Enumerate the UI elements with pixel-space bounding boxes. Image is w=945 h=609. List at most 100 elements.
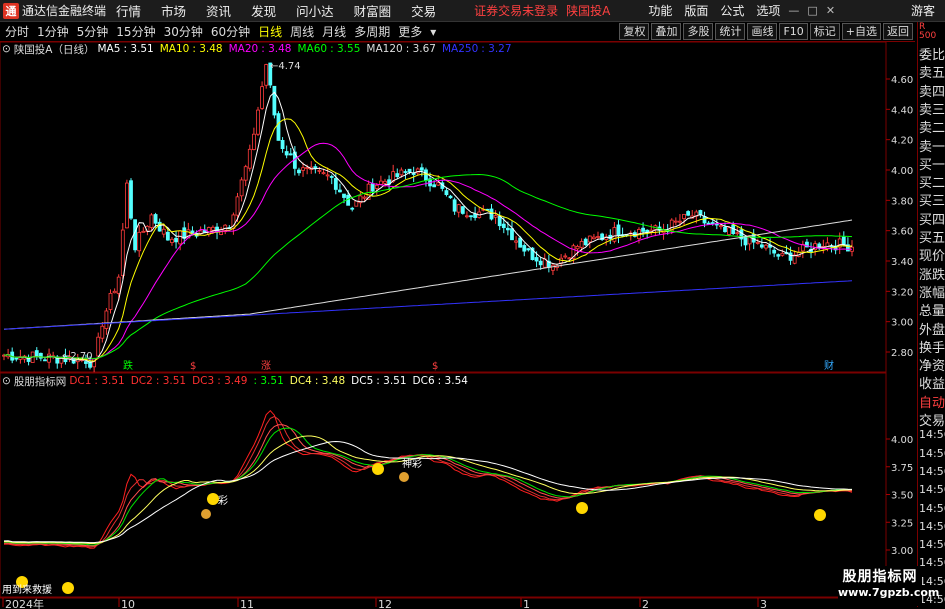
side-panel-row: 卖一: [919, 139, 945, 155]
ma-line-250: [3, 280, 853, 330]
watermark-title: 股朋指标网: [842, 569, 918, 585]
indicator-settings-icon[interactable]: ⊙: [2, 375, 11, 387]
current-stock-name: 陕国投A: [566, 4, 611, 18]
candle-body: [465, 215, 469, 218]
y-tick-label: 3.50: [891, 491, 913, 502]
period-daily[interactable]: 日线: [258, 23, 282, 40]
money-bag-icon: [201, 509, 211, 519]
tool-mark[interactable]: 标记: [809, 23, 840, 40]
candle-body: [137, 231, 142, 252]
guest-user[interactable]: 游客: [911, 2, 935, 19]
candle-body: [14, 357, 19, 360]
side-panel-row: 委比: [919, 48, 945, 63]
menu-wealth[interactable]: 财富圈: [354, 1, 392, 20]
period-monthly[interactable]: 月线: [322, 23, 346, 40]
candle-body: [702, 216, 707, 224]
period-multi[interactable]: 多周期: [354, 23, 390, 40]
app-logo-icon: 通: [3, 2, 19, 19]
candle-body: [383, 180, 387, 184]
y-tick-label: 4.00: [891, 435, 913, 446]
ma20-label: MA20: 3.48: [228, 43, 292, 55]
menu-news[interactable]: 资讯: [206, 1, 231, 20]
candle-body: [149, 214, 154, 228]
candle-body: [493, 215, 498, 218]
indicator-y-axis: 4.00 3.75 3.50 3.25 3.00: [886, 435, 913, 557]
tool-f10[interactable]: F10: [779, 23, 808, 40]
candle-body: [510, 228, 514, 241]
x-tick-label: 3: [760, 598, 767, 609]
period-60min[interactable]: 60分钟: [211, 23, 250, 40]
menu-discover[interactable]: 发现: [251, 1, 276, 20]
menu-market[interactable]: 市场: [161, 1, 186, 20]
period-weekly[interactable]: 周线: [290, 23, 314, 40]
menu-ask[interactable]: 问小达: [296, 1, 334, 20]
kline-chart[interactable]: 4.60 4.40 4.20 4.00 3.80 3.60 3.40 3.20 3.00 2.80…: [0, 42, 917, 609]
period-1min[interactable]: 1分钟: [37, 23, 69, 40]
candle-body: [165, 231, 170, 241]
watermark-url: www.7gpzb.com: [838, 586, 940, 599]
close-icon[interactable]: ✕: [826, 4, 835, 17]
side-panel-row: 外盘: [919, 322, 945, 338]
candle-body: [682, 213, 686, 219]
tool-multi-stock[interactable]: 多股: [683, 23, 714, 40]
tool-restore-rights[interactable]: 复权: [619, 23, 650, 40]
tool-overlay[interactable]: 叠加: [651, 23, 682, 40]
period-30min[interactable]: 30分钟: [164, 23, 203, 40]
candle-body: [432, 184, 437, 188]
smiley-icon: [62, 582, 74, 594]
tool-add-watchlist[interactable]: +自选: [841, 23, 881, 40]
settings-icon[interactable]: ⊙: [2, 43, 11, 55]
y-tick-label: 3.75: [891, 463, 913, 474]
ma10-label: MA10: 3.48: [159, 43, 223, 55]
menu-function[interactable]: 功能: [648, 2, 672, 19]
ma-line-120: [3, 219, 853, 330]
candle-body: [641, 227, 645, 232]
marker-finance[interactable]: 财: [824, 359, 834, 372]
trade-login-notice[interactable]: 证券交易未登录: [474, 2, 558, 19]
candle-body: [243, 166, 248, 181]
candle-body: [735, 232, 740, 235]
candle-body: [342, 193, 346, 198]
candle-body: [538, 260, 543, 266]
period-bar: 分时 1分钟 5分钟 15分钟 30分钟 60分钟 日线 周线 月线 多周期 更…: [0, 22, 915, 42]
candle-body: [182, 227, 187, 239]
candle-body: [170, 238, 174, 243]
side-panel-row: 换手: [919, 340, 945, 356]
period-5min[interactable]: 5分钟: [77, 23, 109, 40]
tool-draw-line[interactable]: 画线: [747, 23, 778, 40]
tool-back[interactable]: 返回: [883, 23, 913, 40]
candle-body: [825, 242, 830, 250]
menu-layout[interactable]: 版面: [684, 2, 708, 19]
candle-body: [321, 172, 326, 175]
candle-body: [424, 169, 428, 181]
dc3-label: DC3: 3.49: [192, 375, 248, 387]
menu-options[interactable]: 选项: [756, 2, 780, 19]
menu-quotes[interactable]: 行情: [116, 1, 141, 20]
side-panel-header: R 500: [919, 22, 937, 41]
marker-dollar-2[interactable]: $: [432, 361, 438, 372]
candle-body: [759, 244, 764, 248]
marker-up[interactable]: 涨: [261, 360, 271, 372]
period-timeshare[interactable]: 分时: [5, 23, 29, 40]
indicator-name[interactable]: 股朋指标网: [14, 374, 67, 389]
candle-body: [305, 167, 310, 169]
candle-body: [96, 336, 101, 357]
side-panel-row: 总量: [919, 304, 945, 320]
minimize-icon[interactable]: —: [788, 4, 799, 17]
candle-body: [563, 255, 568, 258]
marker-down[interactable]: 跌: [123, 359, 133, 372]
chevron-down-icon[interactable]: ▾: [430, 25, 436, 39]
maximize-icon[interactable]: □: [807, 4, 817, 17]
dc1-label: DC1: 3.51: [69, 375, 125, 387]
menu-trade[interactable]: 交易: [411, 1, 436, 20]
candle-body: [489, 208, 494, 220]
menu-formula[interactable]: 公式: [720, 2, 744, 19]
tool-statistics[interactable]: 统计: [715, 23, 746, 40]
period-more[interactable]: 更多: [398, 23, 422, 40]
smiley-icon: [814, 509, 826, 521]
quote-side-panel: R 500 委比 卖五 卖四 卖三 卖二 卖一 买一 买二 买三 买四 买五 现价 涨跌 涨幅 总量 外盘 换手净…: [917, 22, 945, 607]
period-15min[interactable]: 15分钟: [116, 23, 155, 40]
marker-dollar-1[interactable]: $: [190, 361, 196, 372]
side-panel-row: 涨跌: [919, 267, 945, 283]
candle-body: [743, 236, 748, 246]
